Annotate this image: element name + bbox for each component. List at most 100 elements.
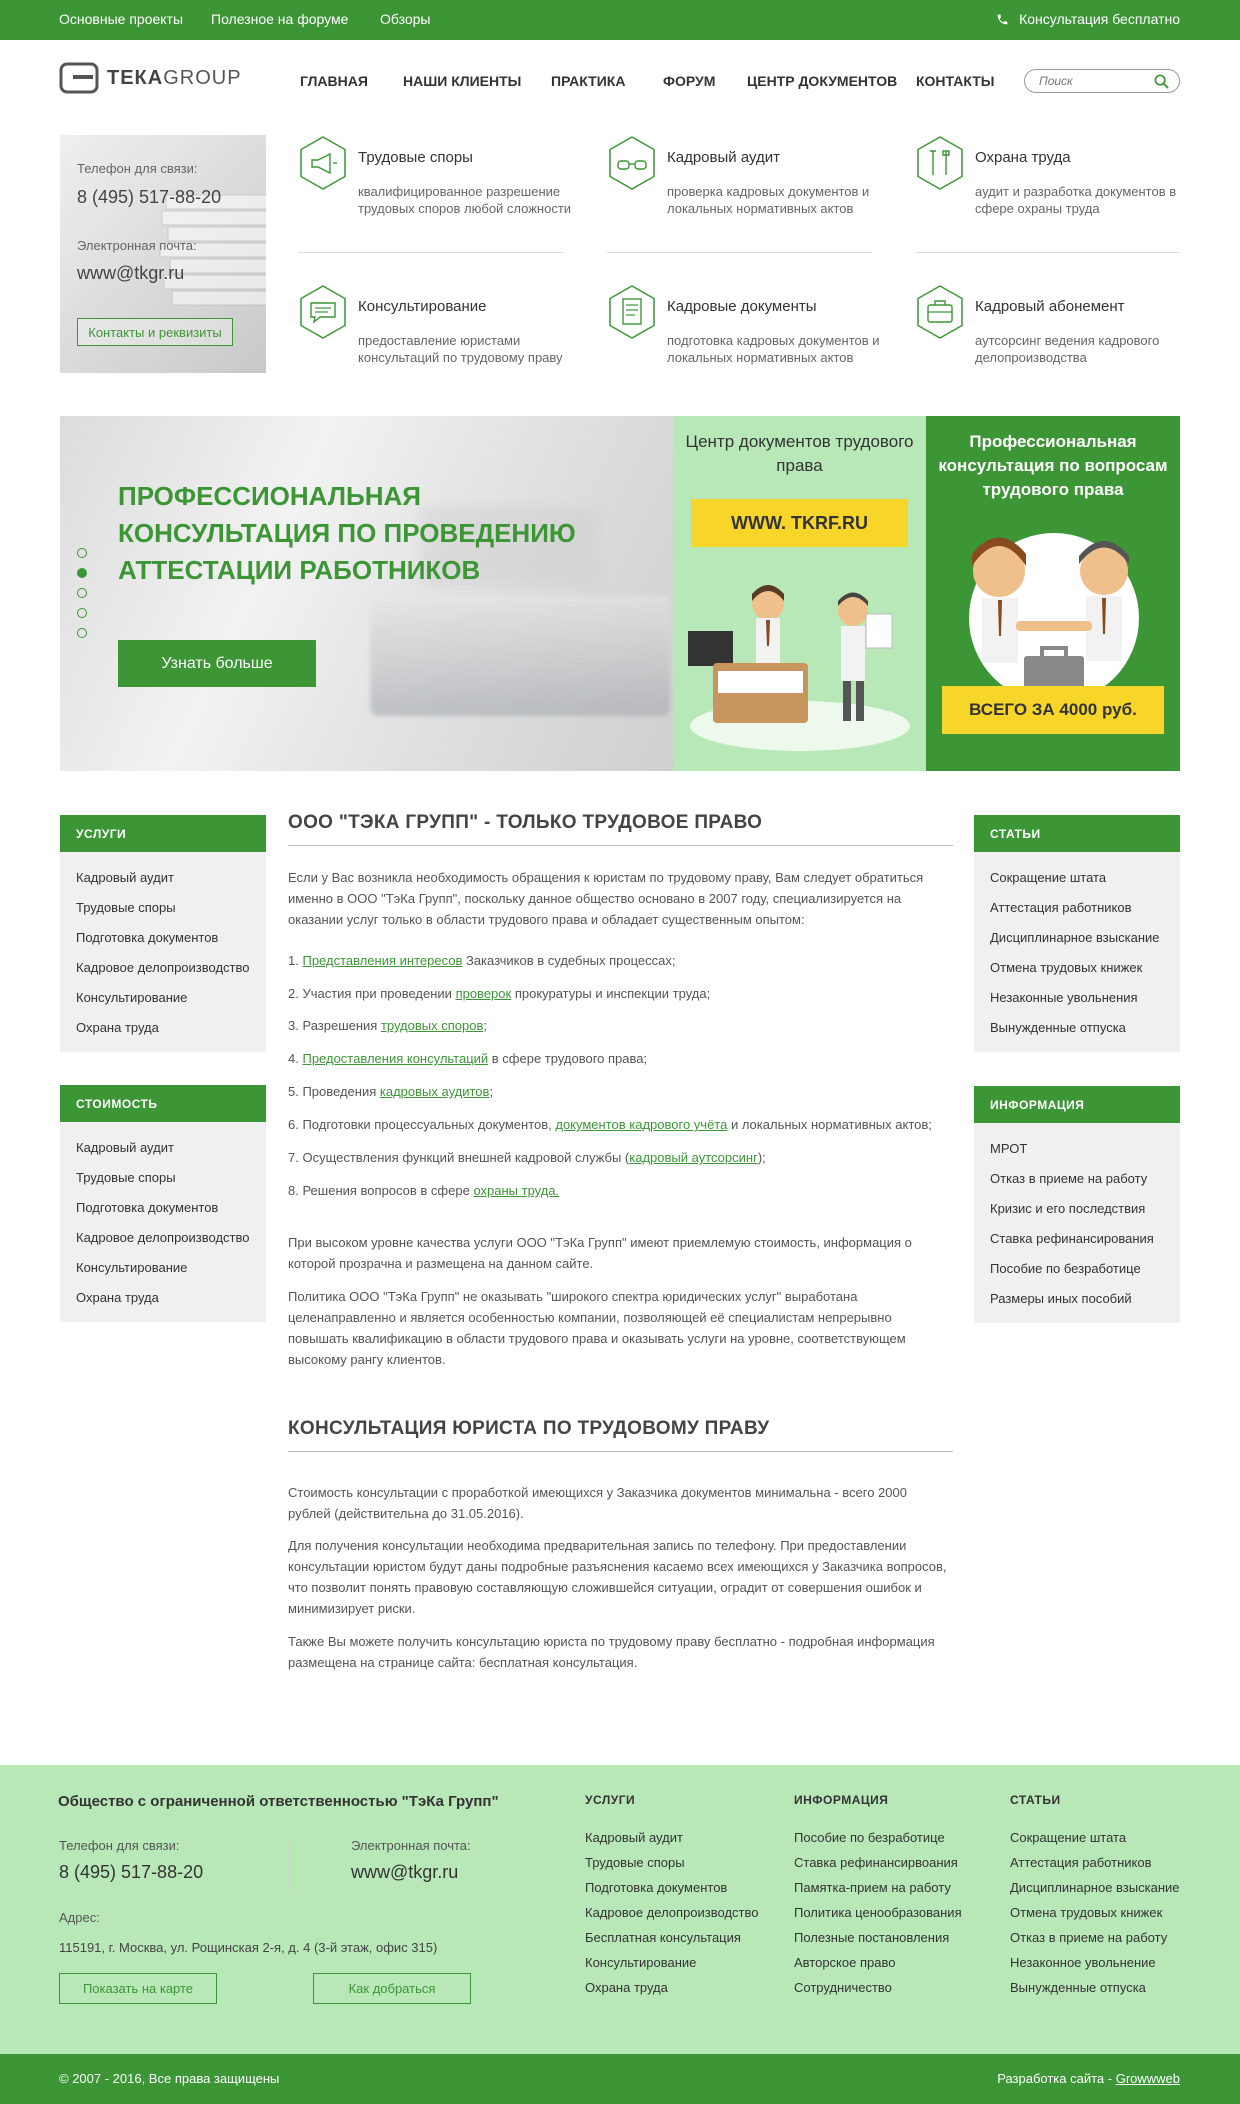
article-link[interactable]: проверок	[456, 986, 512, 1001]
slider-dot-active[interactable]	[77, 568, 87, 578]
article-link[interactable]: охраны труда.	[473, 1183, 559, 1198]
contacts-details-button[interactable]: Контакты и реквизиты	[77, 318, 233, 346]
footer-link[interactable]: Незаконное увольнение	[1010, 1950, 1180, 1975]
nav-practice[interactable]: ПРАКТИКА	[551, 73, 625, 89]
footer-link[interactable]: Памятка-прием на работу	[794, 1875, 962, 1900]
sidebar-heading: УСЛУГИ	[60, 815, 266, 852]
contact-phone[interactable]: 8 (495) 517-88-20	[77, 187, 221, 208]
nav-contacts[interactable]: КОНТАКТЫ	[916, 73, 994, 89]
footer-link[interactable]: Отказ в приеме на работу	[1010, 1925, 1180, 1950]
heading-rule	[288, 1451, 953, 1452]
footer-phone[interactable]: 8 (495) 517-88-20	[59, 1862, 203, 1883]
footer-email[interactable]: www@tkgr.ru	[351, 1862, 458, 1883]
developer-link[interactable]: Growwweb	[1116, 2071, 1180, 2086]
sidebar-item[interactable]: МРОТ	[990, 1134, 1180, 1164]
sidebar-item[interactable]: Кризис и его последствия	[990, 1194, 1180, 1224]
footer-link[interactable]: Отмена трудовых книжек	[1010, 1900, 1180, 1925]
site-logo[interactable]: ТЕКАGROUP	[59, 62, 242, 94]
slider-dot[interactable]	[77, 548, 87, 558]
promo-consultation[interactable]: Профессиональная консультация по вопроса…	[926, 416, 1180, 771]
sidebar-item[interactable]: Подготовка документов	[76, 923, 266, 953]
promo-title: Центр документов трудового права	[685, 432, 914, 475]
article-list-item: 2. Участия при проведении проверок проку…	[288, 986, 711, 1001]
article-list-item: 5. Проведения кадровых аудитов;	[288, 1084, 494, 1099]
sidebar-item[interactable]: Вынужденные отпуска	[990, 1013, 1180, 1043]
learn-more-button[interactable]: Узнать больше	[118, 640, 316, 687]
footer-link[interactable]: Трудовые споры	[585, 1850, 758, 1875]
sidebar-item[interactable]: Кадровое делопроизводство	[76, 1223, 266, 1253]
footer-link[interactable]: Авторское право	[794, 1950, 962, 1975]
footer-col-articles: СТАТЬИ Сокращение штата Аттестация работ…	[1010, 1793, 1180, 2000]
search-input[interactable]	[1037, 73, 1151, 89]
footer-link[interactable]: Аттестация работников	[1010, 1850, 1180, 1875]
nav-clients[interactable]: НАШИ КЛИЕНТЫ	[403, 73, 521, 89]
footer-link[interactable]: Сокращение штата	[1010, 1825, 1180, 1850]
footer-link[interactable]: Пособие по безработице	[794, 1825, 962, 1850]
sidebar-item[interactable]: Кадровое делопроизводство	[76, 953, 266, 983]
sidebar-item[interactable]: Кадровый аудит	[76, 863, 266, 893]
footer-col-heading: ИНФОРМАЦИЯ	[794, 1793, 889, 1807]
article-link[interactable]: кадровый аутсорсинг	[629, 1150, 758, 1165]
nav-forum[interactable]: ФОРУМ	[663, 73, 715, 89]
footer-link[interactable]: Кадровое делопроизводство	[585, 1900, 758, 1925]
article-link[interactable]: кадровых аудитов	[380, 1084, 490, 1099]
sidebar-item[interactable]: Незаконные увольнения	[990, 983, 1180, 1013]
article-link[interactable]: трудовых споров	[381, 1018, 483, 1033]
sidebar-item[interactable]: Отмена трудовых книжек	[990, 953, 1180, 983]
sidebar-item[interactable]: Отказ в приеме на работу	[990, 1164, 1180, 1194]
sidebar-item[interactable]: Охрана труда	[76, 1283, 266, 1313]
search-icon[interactable]	[1154, 74, 1169, 89]
slider-dots	[77, 548, 87, 648]
article-link[interactable]: Предоставления консультаций	[302, 1051, 488, 1066]
sidebar-item[interactable]: Размеры иных пособий	[990, 1284, 1180, 1314]
nav-home[interactable]: ГЛАВНАЯ	[300, 73, 368, 89]
sidebar-item[interactable]: Кадровый аудит	[76, 1133, 266, 1163]
sidebar-item[interactable]: Пособие по безработице	[990, 1254, 1180, 1284]
sidebar-item[interactable]: Консультирование	[76, 1253, 266, 1283]
sidebar-item[interactable]: Сокращение штата	[990, 863, 1180, 893]
directions-button[interactable]: Как добраться	[313, 1973, 471, 2004]
article-link[interactable]: документов кадрового учёта	[555, 1117, 727, 1132]
sidebar-information: ИНФОРМАЦИЯ МРОТ Отказ в приеме на работу…	[974, 1086, 1180, 1323]
footer-link[interactable]: Охрана труда	[585, 1975, 758, 2000]
service-desc: проверка кадровых документов и локальных…	[667, 184, 870, 216]
sidebar-item[interactable]: Дисциплинарное взыскание	[990, 923, 1180, 953]
footer-address-label: Адрес:	[59, 1910, 100, 1925]
slider-dot[interactable]	[77, 628, 87, 638]
footer-link[interactable]: Сотрудничество	[794, 1975, 962, 2000]
megaphone-icon	[300, 136, 346, 190]
nav-documents-center[interactable]: ЦЕНТР ДОКУМЕНТОВ	[747, 73, 897, 89]
footer-link[interactable]: Кадровый аудит	[585, 1825, 758, 1850]
footer-link[interactable]: Подготовка документов	[585, 1875, 758, 1900]
footer-link[interactable]: Вынужденные отпуска	[1010, 1975, 1180, 2000]
top-link-projects[interactable]: Основные проекты	[59, 11, 183, 27]
footer-link[interactable]: Политика ценообразования	[794, 1900, 962, 1925]
footer-link[interactable]: Бесплатная консультация	[585, 1925, 758, 1950]
slider-dot[interactable]	[77, 608, 87, 618]
sidebar-item[interactable]: Подготовка документов	[76, 1193, 266, 1223]
sidebar-item[interactable]: Трудовые споры	[76, 893, 266, 923]
show-on-map-button[interactable]: Показать на карте	[59, 1973, 217, 2004]
sidebar-item[interactable]: Ставка рефинансирования	[990, 1224, 1180, 1254]
article-paragraph: При высоком уровне качества услуги ООО "…	[288, 1235, 912, 1271]
article-list-item: 8. Решения вопросов в сфере охраны труда…	[288, 1183, 560, 1198]
contact-email[interactable]: www@tkgr.ru	[77, 263, 184, 284]
hero-slider: ПРОФЕССИОНАЛЬНАЯ КОНСУЛЬТАЦИЯ ПО ПРОВЕДЕ…	[60, 416, 673, 771]
logo-text: ТЕКАGROUP	[107, 66, 242, 89]
footer-link[interactable]: Дисциплинарное взыскание	[1010, 1875, 1180, 1900]
sidebar-item[interactable]: Консультирование	[76, 983, 266, 1013]
footer-link[interactable]: Консультирование	[585, 1950, 758, 1975]
footer-link[interactable]: Ставка рефинансирвоания	[794, 1850, 962, 1875]
article-heading: ООО "ТЭКА ГРУПП" - ТОЛЬКО ТРУДОВОЕ ПРАВО	[288, 812, 763, 833]
top-link-forum[interactable]: Полезное на форуме	[211, 11, 348, 27]
sidebar-item[interactable]: Трудовые споры	[76, 1163, 266, 1193]
sidebar-item[interactable]: Охрана труда	[76, 1013, 266, 1043]
free-consult-link[interactable]: Консультация бесплатно	[996, 11, 1180, 27]
article-link[interactable]: Представления интересов	[302, 953, 462, 968]
sidebar-item[interactable]: Аттестация работников	[990, 893, 1180, 923]
footer-link[interactable]: Полезные постановления	[794, 1925, 962, 1950]
top-link-reviews[interactable]: Обзоры	[380, 11, 431, 27]
footer-company-name: Общество с ограниченной ответственностью…	[58, 1793, 499, 1810]
promo-documents-center[interactable]: Центр документов трудового права WWW. TK…	[673, 416, 926, 771]
slider-dot[interactable]	[77, 588, 87, 598]
